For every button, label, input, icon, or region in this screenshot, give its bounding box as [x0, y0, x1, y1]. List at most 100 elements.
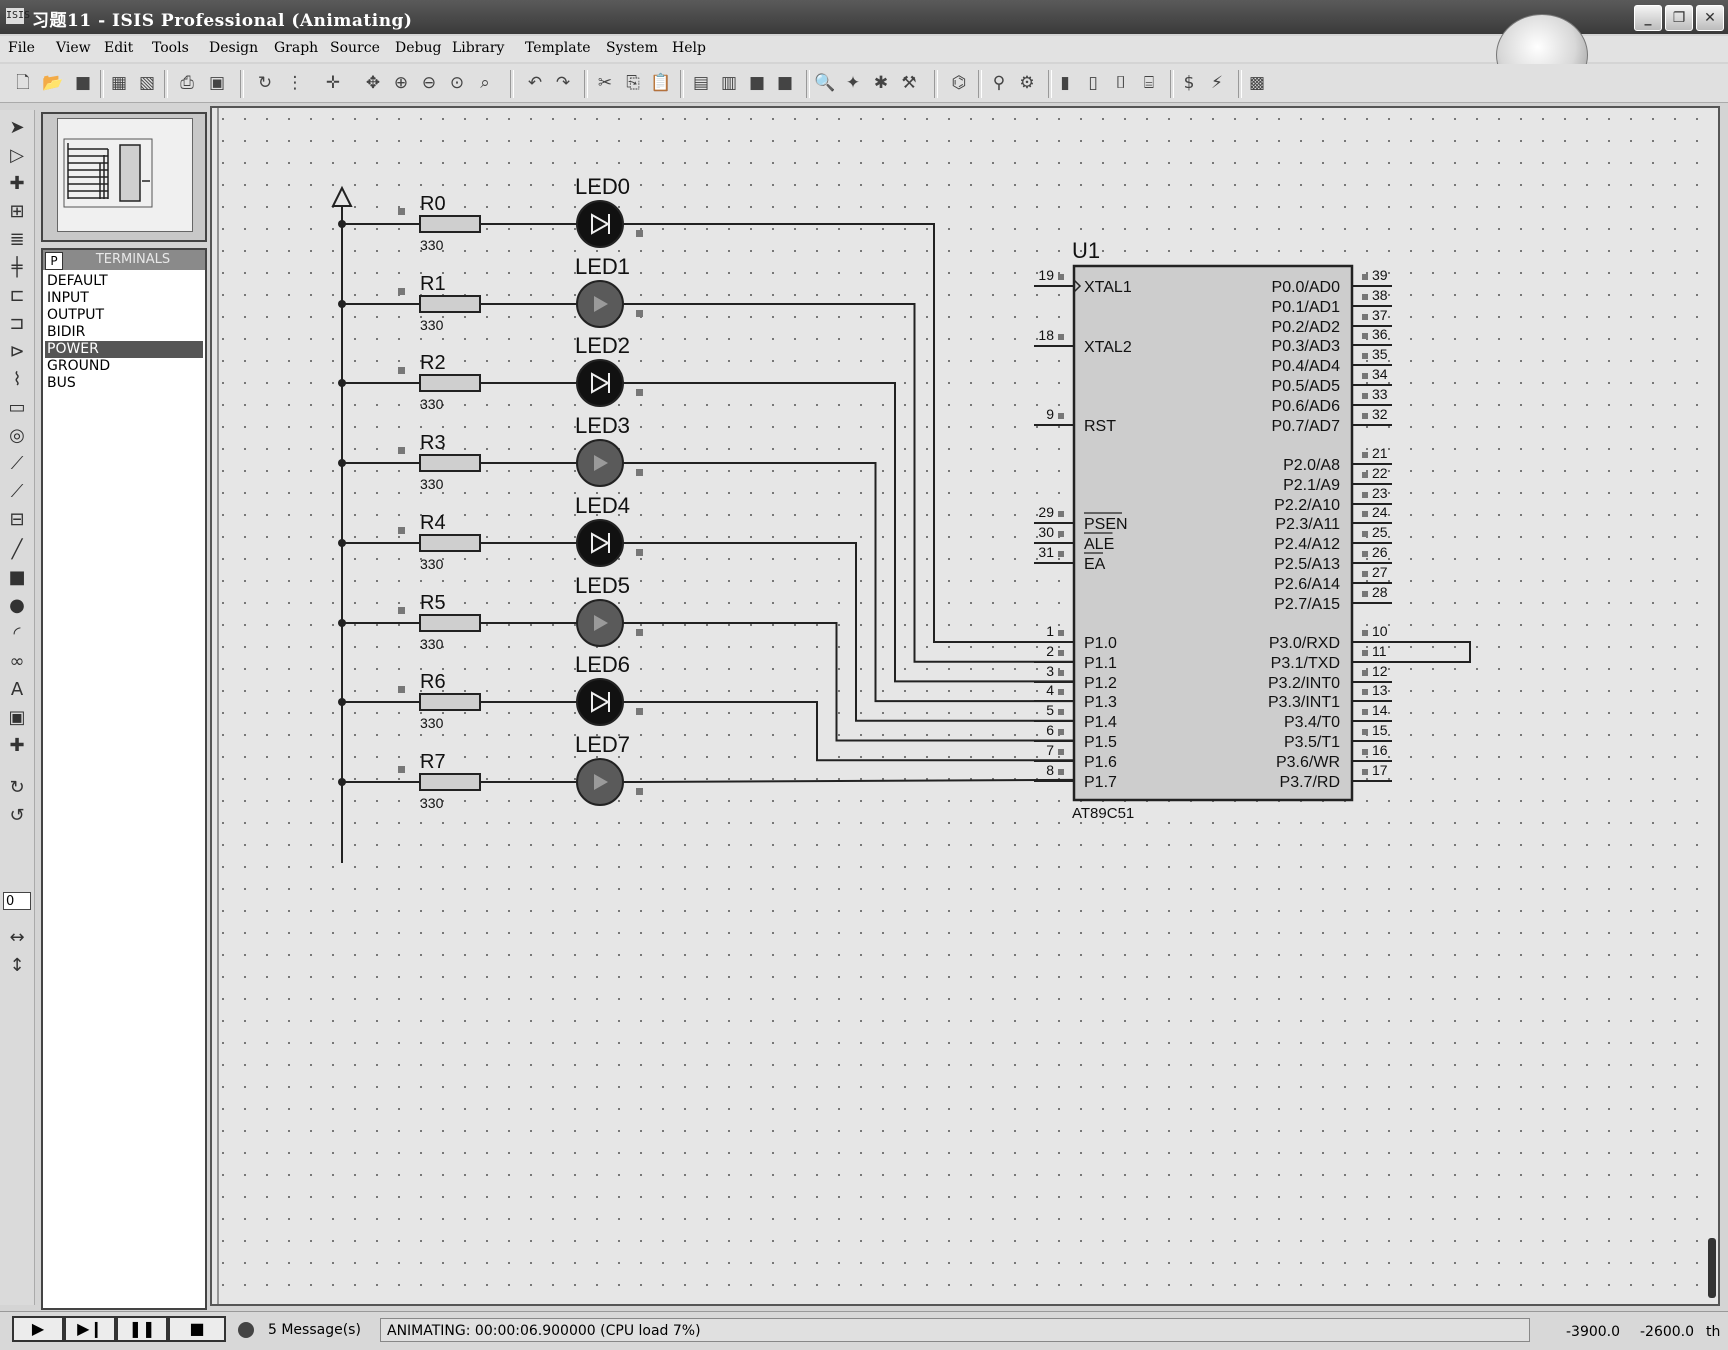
print-icon[interactable]: ⎙ — [176, 72, 198, 94]
tape-recorder-icon[interactable]: ▭ — [5, 396, 29, 420]
netlist-to-ares-icon[interactable]: ▩ — [1246, 72, 1268, 94]
menu-source[interactable]: Source — [330, 40, 380, 56]
make-device-icon[interactable]: ✦ — [842, 72, 864, 94]
led[interactable] — [576, 359, 624, 407]
terminals-mode-icon[interactable]: ⊐ — [5, 312, 29, 336]
maximize-button[interactable]: ❐ — [1665, 5, 1693, 31]
decompose-icon[interactable]: ⚒ — [898, 72, 920, 94]
message-icon[interactable] — [238, 1322, 254, 1338]
stop-button[interactable]: ■ — [168, 1316, 226, 1342]
wire-autorouter-icon[interactable]: ⌬ — [948, 72, 970, 94]
new-file-icon[interactable]: 🗋 — [12, 72, 34, 94]
menu-file[interactable]: File — [8, 40, 35, 56]
grid-icon[interactable]: ⋮ — [284, 72, 306, 94]
menu-library[interactable]: Library — [452, 40, 504, 56]
graph-mode-icon[interactable]: ⌇ — [5, 368, 29, 392]
zoom-out-icon[interactable]: ⊖ — [418, 72, 440, 94]
led[interactable] — [576, 678, 624, 726]
resistor[interactable] — [419, 693, 481, 711]
selection-mode-icon[interactable]: ➤ — [5, 116, 29, 140]
symbol-tool-icon[interactable]: ▣ — [5, 706, 29, 730]
vertical-scrollbar-thumb[interactable] — [1708, 1238, 1716, 1298]
block-copy-icon[interactable]: ▤ — [690, 72, 712, 94]
menu-design[interactable]: Design — [209, 40, 258, 56]
terminal-item-output[interactable]: OUTPUT — [45, 307, 203, 324]
terminal-item-bus[interactable]: BUS — [45, 375, 203, 392]
step-button[interactable]: ▶❙ — [64, 1316, 116, 1342]
resistor[interactable] — [419, 773, 481, 791]
new-sheet-icon[interactable]: ▮ — [1054, 72, 1076, 94]
resistor[interactable] — [419, 374, 481, 392]
terminal-item-default[interactable]: DEFAULT — [45, 273, 203, 290]
resistor[interactable] — [419, 215, 481, 233]
zoom-all-icon[interactable]: ⊙ — [446, 72, 468, 94]
led[interactable] — [576, 519, 624, 567]
menu-system[interactable]: System — [606, 40, 658, 56]
menu-tools[interactable]: Tools — [152, 40, 189, 56]
close-button[interactable]: ✕ — [1696, 5, 1724, 31]
text-script-icon[interactable]: ≣ — [5, 228, 29, 252]
terminal-item-input[interactable]: INPUT — [45, 290, 203, 307]
menu-edit[interactable]: Edit — [104, 40, 133, 56]
box-tool-icon[interactable]: ■ — [5, 566, 29, 590]
refresh-icon[interactable]: ↻ — [254, 72, 276, 94]
zoom-in-icon[interactable]: ⊕ — [390, 72, 412, 94]
rotation-angle-input[interactable]: 0 — [3, 892, 31, 910]
schematic-canvas[interactable]: R0 330 LED0 R1 330 LED1 R2 330 LED2 R3 330 LED3 R4 33… — [210, 106, 1720, 1306]
component-mode-icon[interactable]: ▷ — [5, 144, 29, 168]
open-file-icon[interactable]: 📂 — [42, 72, 64, 94]
device-pins-icon[interactable]: ⊳ — [5, 340, 29, 364]
current-probe-icon[interactable]: ⟋ — [5, 480, 29, 504]
led[interactable] — [576, 200, 624, 248]
redo-icon[interactable]: ↷ — [552, 72, 574, 94]
resistor[interactable] — [419, 295, 481, 313]
origin-icon[interactable]: ✛ — [322, 72, 344, 94]
overview-window[interactable] — [41, 112, 207, 242]
print-area-icon[interactable]: ▣ — [206, 72, 228, 94]
block-delete-icon[interactable]: ■ — [774, 72, 796, 94]
paste-icon[interactable]: 📋 — [650, 72, 672, 94]
block-rotate-icon[interactable]: ■ — [746, 72, 768, 94]
mirror-vertical-icon[interactable]: ↕ — [5, 954, 29, 978]
resistor[interactable] — [419, 534, 481, 552]
rotate-anticlockwise-icon[interactable]: ↺ — [5, 804, 29, 828]
wire-label-icon[interactable]: ⊞ — [5, 200, 29, 224]
bus-icon[interactable]: ╪ — [5, 256, 29, 280]
menu-debug[interactable]: Debug — [395, 40, 441, 56]
play-button[interactable]: ▶ — [12, 1316, 64, 1342]
terminal-item-power[interactable]: POWER — [45, 341, 203, 358]
property-assignment-icon[interactable]: ⚙ — [1016, 72, 1038, 94]
exit-to-parent-icon[interactable]: ⌷ — [1110, 72, 1132, 94]
remove-sheet-icon[interactable]: ▯ — [1082, 72, 1104, 94]
resistor[interactable] — [419, 454, 481, 472]
line-tool-icon[interactable]: ╱ — [5, 538, 29, 562]
import-icon[interactable]: ▦ — [108, 72, 130, 94]
menu-view[interactable]: View — [56, 40, 91, 56]
marker-tool-icon[interactable]: ✚ — [5, 734, 29, 758]
text-tool-icon[interactable]: A — [5, 678, 29, 702]
terminal-item-ground[interactable]: GROUND — [45, 358, 203, 375]
menu-help[interactable]: Help — [672, 40, 706, 56]
electrical-rule-check-icon[interactable]: ⚡ — [1206, 72, 1228, 94]
path-tool-icon[interactable]: ∞ — [5, 650, 29, 674]
subcircuit-icon[interactable]: ⊏ — [5, 284, 29, 308]
circle-tool-icon[interactable]: ● — [5, 594, 29, 618]
arc-tool-icon[interactable]: ◜ — [5, 622, 29, 646]
bill-of-materials-icon[interactable]: $ — [1178, 72, 1200, 94]
undo-icon[interactable]: ↶ — [524, 72, 546, 94]
pick-device-icon[interactable]: 🔍 — [814, 72, 836, 94]
export-icon[interactable]: ▧ — [136, 72, 158, 94]
mirror-horizontal-icon[interactable]: ↔ — [5, 926, 29, 950]
save-icon[interactable]: ■ — [72, 72, 94, 94]
zoom-area-icon[interactable]: ⌕ — [474, 72, 496, 94]
zoom-to-child-icon[interactable]: ⌸ — [1138, 72, 1160, 94]
minimize-button[interactable]: _ — [1634, 5, 1662, 31]
packaging-tool-icon[interactable]: ✱ — [870, 72, 892, 94]
search-tag-icon[interactable]: ⚲ — [988, 72, 1010, 94]
rotate-clockwise-icon[interactable]: ↻ — [5, 776, 29, 800]
terminal-item-bidir[interactable]: BIDIR — [45, 324, 203, 341]
resistor[interactable] — [419, 614, 481, 632]
block-move-icon[interactable]: ▥ — [718, 72, 740, 94]
menu-graph[interactable]: Graph — [274, 40, 318, 56]
generator-icon[interactable]: ◎ — [5, 424, 29, 448]
